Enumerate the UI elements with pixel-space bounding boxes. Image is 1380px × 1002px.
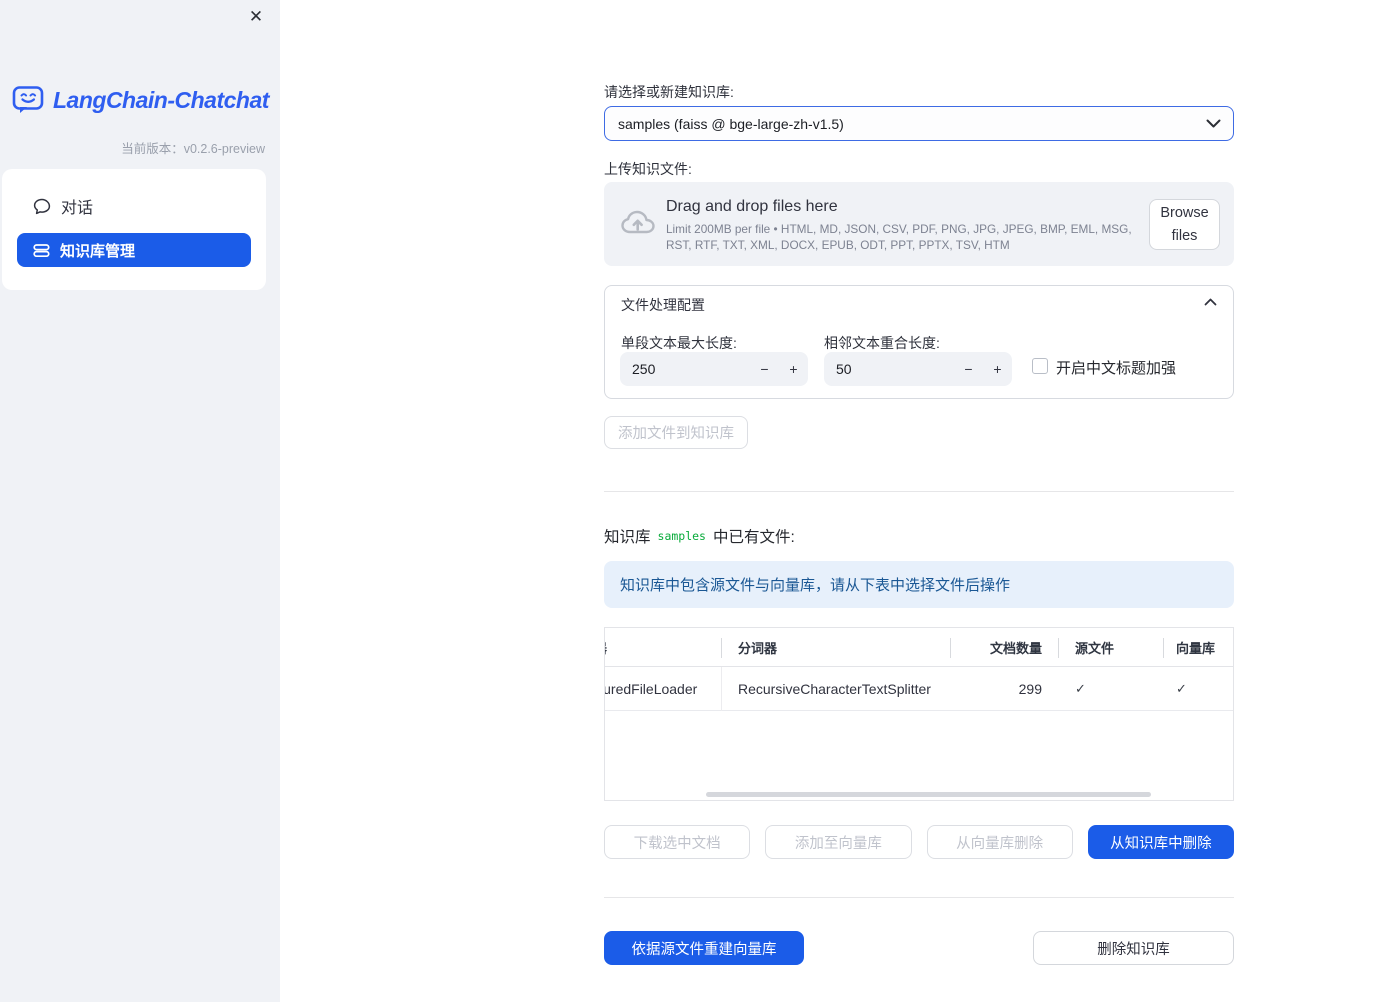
cell-loader: UnstructuredFileLoader <box>605 680 698 697</box>
file-config-title[interactable]: 文件处理配置 <box>621 295 705 315</box>
dropzone-instructions: Drag and drop files here Limit 200MB per… <box>666 198 1148 254</box>
download-selected-button[interactable]: 下载选中文档 <box>604 825 751 859</box>
add-files-to-kb-button[interactable]: 添加文件到知识库 <box>604 416 748 449</box>
overlap-decrement-button[interactable]: − <box>954 352 983 386</box>
delete-from-kb-button[interactable]: 从知识库中删除 <box>1087 825 1234 859</box>
info-alert-text: 知识库中包含源文件与向量库，请从下表中选择文件后操作 <box>620 577 1011 594</box>
existing-prefix: 知识库 <box>604 529 651 546</box>
existing-files-heading: 知识库 samples 中已有文件: <box>604 525 795 547</box>
overlap-size-label: 相邻文本重合长度: <box>824 335 940 351</box>
divider <box>604 491 1234 492</box>
dropzone-limits: Limit 200MB per file • HTML, MD, JSON, C… <box>666 222 1132 253</box>
chunk-size-decrement-button[interactable]: − <box>750 352 779 386</box>
column-separator <box>950 638 951 658</box>
sidebar-item-knowledge-base[interactable]: 知识库管理 <box>17 233 251 267</box>
kb-select-label: 请选择或新建知识库: <box>604 84 734 100</box>
overlap-size-input[interactable]: 50 − + <box>824 352 1012 386</box>
col-header-vector-store: 向量库 <box>1176 640 1216 656</box>
rebuild-vector-store-button[interactable]: 依据源文件重建向量库 <box>604 931 804 965</box>
info-alert: 知识库中包含源文件与向量库，请从下表中选择文件后操作 <box>604 561 1234 608</box>
add-to-vector-store-button[interactable]: 添加至向量库 <box>765 825 912 859</box>
sidebar-item-label: 知识库管理 <box>60 242 136 260</box>
delete-from-vector-store-button[interactable]: 从向量库删除 <box>926 825 1073 859</box>
col-header-source-file: 源文件 <box>1075 640 1115 656</box>
zh-title-enhance-label: 开启中文标题加强 <box>1056 360 1177 377</box>
column-separator <box>721 667 722 711</box>
chevron-up-icon[interactable] <box>1204 298 1217 306</box>
chat-bubble-icon <box>33 198 51 215</box>
delete-kb-button[interactable]: 删除知识库 <box>1033 931 1234 965</box>
chevron-down-icon <box>1206 119 1221 128</box>
kb-select-value: samples (faiss @ bge-large-zh-v1.5) <box>618 115 844 132</box>
sidebar-item-chat[interactable]: 对话 <box>17 189 251 223</box>
file-action-buttons: 下载选中文档 添加至向量库 从向量库删除 从知识库中删除 <box>604 825 1234 859</box>
file-config-expander: 文件处理配置 单段文本最大长度: 相邻文本重合长度: 250 − + 50 − … <box>604 285 1234 399</box>
table-row[interactable]: UnstructuredFileLoader RecursiveCharacte… <box>605 667 1233 711</box>
chat-smiley-logo-icon <box>12 85 45 116</box>
cell-splitter: RecursiveCharacterTextSplitter <box>738 680 931 697</box>
table-header-row: 文档加载器 分词器 文档数量 源文件 向量库 <box>605 628 1233 667</box>
browse-files-button[interactable]: Browse files <box>1149 199 1220 250</box>
chunk-size-value: 250 <box>632 361 656 377</box>
main-content: 请选择或新建知识库: samples (faiss @ bge-large-zh… <box>604 0 1234 1002</box>
cloud-upload-icon <box>620 208 656 238</box>
file-dropzone[interactable]: Drag and drop files here Limit 200MB per… <box>604 182 1234 266</box>
zh-title-enhance-checkbox[interactable] <box>1032 358 1048 374</box>
col-header-splitter: 分词器 <box>738 640 778 656</box>
sidebar-item-label: 对话 <box>61 200 94 217</box>
kb-files-table: 文档加载器 分词器 文档数量 源文件 向量库 UnstructuredFileL… <box>604 627 1234 801</box>
col-header-loader: 文档加载器 <box>605 638 721 657</box>
column-separator <box>721 638 722 658</box>
version-text: 当前版本：v0.2.6-preview <box>121 142 265 156</box>
overlap-size-value: 50 <box>836 361 852 377</box>
app-window: ✕ LangChain-Chatchat 当前版本：v0.2.6-preview <box>0 0 1380 1002</box>
horizontal-scrollbar[interactable] <box>706 792 1151 797</box>
cell-source-file-check: ✓ <box>1075 680 1086 696</box>
cell-doc-count: 299 <box>1018 680 1042 697</box>
chunk-size-label: 单段文本最大长度: <box>621 335 737 351</box>
chunk-size-increment-button[interactable]: + <box>779 352 808 386</box>
cell-vector-store-check: ✓ <box>1176 680 1187 696</box>
sidebar-menu: 对话 知识库管理 <box>2 169 266 290</box>
chunk-size-input[interactable]: 250 − + <box>620 352 808 386</box>
divider <box>604 897 1234 898</box>
app-title: LangChain-Chatchat <box>53 87 269 113</box>
overlap-increment-button[interactable]: + <box>983 352 1012 386</box>
close-sidebar-icon[interactable]: ✕ <box>244 5 268 29</box>
upload-label: 上传知识文件: <box>604 161 692 177</box>
kb-name-code: samples <box>657 529 706 543</box>
knowledge-base-list-icon <box>33 242 50 259</box>
col-header-doc-count: 文档数量 <box>989 640 1042 656</box>
sidebar: ✕ LangChain-Chatchat 当前版本：v0.2.6-preview <box>0 0 280 1002</box>
dropzone-title: Drag and drop files here <box>666 198 838 215</box>
column-separator <box>1163 638 1164 658</box>
column-separator <box>1058 638 1059 658</box>
kb-select-dropdown[interactable]: samples (faiss @ bge-large-zh-v1.5) <box>604 106 1234 141</box>
app-logo: LangChain-Chatchat <box>12 85 269 116</box>
existing-suffix: 中已有文件: <box>712 529 795 546</box>
